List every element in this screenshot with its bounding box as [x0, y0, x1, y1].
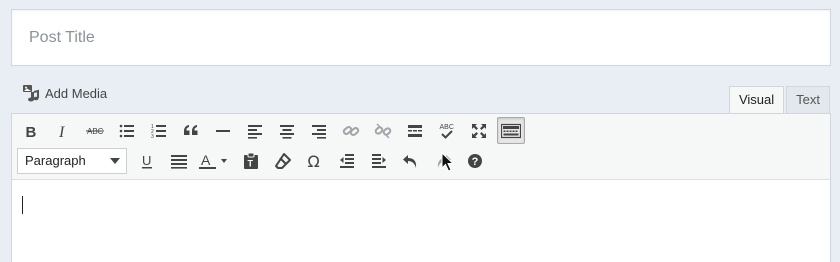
- text-cursor: [22, 196, 23, 214]
- italic-icon: I: [55, 123, 71, 139]
- special-character-button[interactable]: Ω: [299, 147, 331, 174]
- svg-text:Ω: Ω: [308, 152, 320, 170]
- svg-text:T: T: [248, 158, 254, 168]
- remove-link-icon: [374, 122, 392, 140]
- help-icon: ?: [467, 153, 483, 169]
- align-center-icon: [279, 123, 295, 139]
- bulleted-list-icon: [119, 123, 135, 139]
- post-title-input[interactable]: [12, 10, 830, 65]
- italic-button[interactable]: I: [47, 117, 79, 144]
- undo-icon: [402, 152, 420, 170]
- editor-tabs: Visual Text: [728, 86, 830, 114]
- svg-text:ABC: ABC: [440, 124, 454, 131]
- svg-text:?: ?: [472, 156, 479, 168]
- blockquote-icon: [183, 123, 199, 139]
- undo-button[interactable]: [395, 147, 427, 174]
- align-right-button[interactable]: [303, 117, 335, 144]
- fullscreen-icon: [471, 123, 487, 139]
- insert-link-button[interactable]: [335, 117, 367, 144]
- align-center-button[interactable]: [271, 117, 303, 144]
- redo-icon: [434, 152, 452, 170]
- add-media-icon: [22, 84, 40, 102]
- read-more-button[interactable]: [399, 117, 431, 144]
- toolbar-toggle-button[interactable]: [497, 117, 525, 144]
- decrease-indent-button[interactable]: [331, 147, 363, 174]
- toolbar-row-2: Paragraph U A T Ω ?: [15, 147, 491, 174]
- add-media-button[interactable]: Add Media: [22, 82, 107, 104]
- svg-text:A: A: [201, 152, 211, 168]
- paste-as-text-icon: T: [243, 152, 259, 170]
- strikethrough-icon: ABC: [86, 123, 104, 139]
- bold-button[interactable]: B: [15, 117, 47, 144]
- spellcheck-icon: ABC: [438, 122, 456, 140]
- bulleted-list-button[interactable]: [111, 117, 143, 144]
- redo-button[interactable]: [427, 147, 459, 174]
- toolbar-toggle-icon: [501, 123, 521, 139]
- strikethrough-button[interactable]: ABC: [79, 117, 111, 144]
- spellcheck-button[interactable]: ABC: [431, 117, 463, 144]
- omega-icon: Ω: [306, 152, 324, 170]
- numbered-list-button[interactable]: 123: [143, 117, 175, 144]
- svg-text:I: I: [58, 124, 65, 139]
- svg-text:U: U: [142, 153, 151, 168]
- underline-icon: U: [139, 152, 155, 170]
- justify-button[interactable]: [163, 147, 195, 174]
- toolbar-row-1: B I ABC 123 ABC: [15, 117, 527, 144]
- fullscreen-button[interactable]: [463, 117, 495, 144]
- text-color-button[interactable]: A: [195, 147, 235, 174]
- format-select-value: Paragraph: [25, 153, 86, 168]
- tab-visual[interactable]: Visual: [728, 86, 785, 114]
- bold-icon: B: [23, 123, 39, 139]
- chevron-down-icon: [110, 157, 120, 164]
- paste-as-text-button[interactable]: T: [235, 147, 267, 174]
- justify-icon: [170, 153, 188, 169]
- help-button[interactable]: ?: [459, 147, 491, 174]
- clear-formatting-button[interactable]: [267, 147, 299, 174]
- svg-text:3: 3: [151, 134, 154, 139]
- editor-content-area[interactable]: [12, 180, 830, 262]
- align-left-button[interactable]: [239, 117, 271, 144]
- tab-text[interactable]: Text: [786, 86, 830, 113]
- increase-indent-button[interactable]: [363, 147, 395, 174]
- remove-link-button[interactable]: [367, 117, 399, 144]
- align-right-icon: [311, 123, 327, 139]
- align-left-icon: [247, 123, 263, 139]
- outdent-icon: [339, 153, 355, 169]
- svg-text:B: B: [26, 124, 37, 139]
- insert-link-icon: [342, 122, 360, 140]
- indent-icon: [371, 153, 387, 169]
- eraser-icon: [274, 152, 292, 170]
- add-media-label: Add Media: [45, 85, 108, 101]
- blockquote-button[interactable]: [175, 117, 207, 144]
- editor-toolbar: B I ABC 123 ABC Paragraph U A T Ω ?: [12, 114, 830, 180]
- horizontal-line-button[interactable]: [207, 117, 239, 144]
- text-color-icon: A: [199, 152, 231, 170]
- editor-frame: B I ABC 123 ABC Paragraph U A T Ω ?: [11, 113, 831, 262]
- underline-button[interactable]: U: [131, 147, 163, 174]
- post-title-container: [11, 9, 831, 66]
- numbered-list-icon: 123: [151, 123, 167, 139]
- horizontal-line-icon: [215, 123, 231, 139]
- format-select[interactable]: Paragraph: [17, 147, 127, 174]
- read-more-icon: [407, 123, 423, 139]
